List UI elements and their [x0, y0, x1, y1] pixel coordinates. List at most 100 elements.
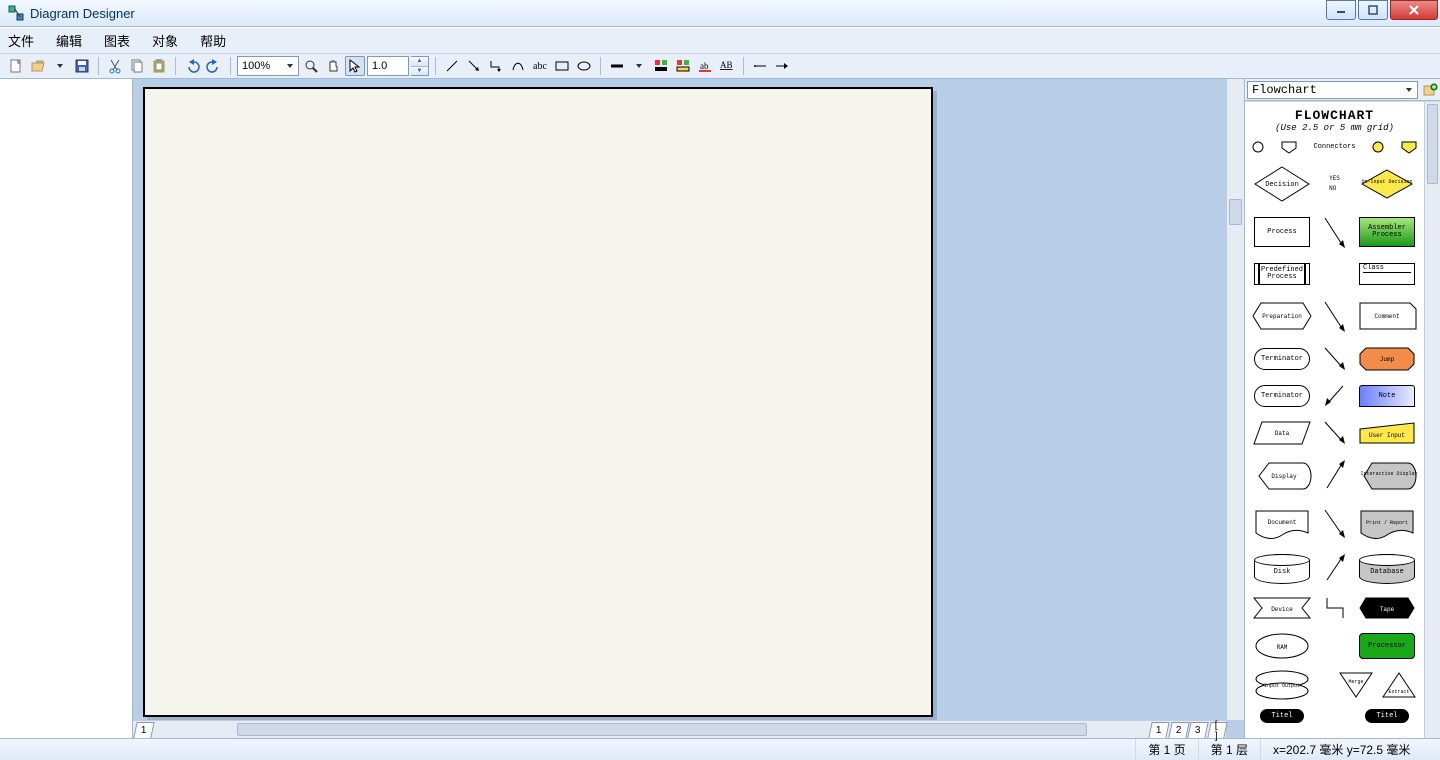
cut-button[interactable] — [105, 56, 125, 76]
shape-device[interactable]: Device — [1249, 593, 1315, 623]
connector-tool[interactable] — [486, 56, 506, 76]
menu-object[interactable]: 对象 — [152, 31, 178, 50]
minimize-button[interactable] — [1326, 0, 1356, 20]
vertical-scrollbar[interactable] — [1226, 79, 1244, 720]
connector-row: Connectors — [1249, 137, 1420, 157]
shape-jump[interactable]: Jump — [1354, 343, 1420, 375]
svg-text:Decision: Decision — [1265, 181, 1299, 189]
open-dropdown[interactable] — [50, 56, 70, 76]
page-canvas[interactable] — [143, 87, 933, 717]
canvas-area[interactable]: 1 1 2 3 [ ] — [133, 79, 1244, 738]
textstyle-button[interactable]: AB — [717, 56, 737, 76]
zoom-combo[interactable]: 100% — [237, 56, 299, 76]
palette-title: FLOWCHART — [1249, 108, 1420, 123]
layer-tab-3[interactable]: 3 — [1187, 722, 1208, 738]
layer-tab-1[interactable]: 1 — [1148, 722, 1169, 738]
status-bar: 第 1 页 第 1 层 x=202.7 毫米 y=72.5 毫米 — [0, 738, 1440, 760]
undo-button[interactable] — [182, 56, 202, 76]
redo-button[interactable] — [204, 56, 224, 76]
linestyle-button[interactable] — [607, 56, 627, 76]
layer-tab-new[interactable]: [ ] — [1207, 722, 1228, 738]
palette-dropdown[interactable]: Flowchart — [1247, 81, 1418, 99]
shape-title1[interactable]: Titel — [1249, 707, 1315, 725]
ellipse-tool[interactable] — [574, 56, 594, 76]
linecolor-button[interactable] — [651, 56, 671, 76]
shape-processor[interactable]: Processor — [1354, 629, 1420, 663]
curve-tool[interactable] — [508, 56, 528, 76]
open-button[interactable] — [28, 56, 48, 76]
shape-process[interactable]: Process — [1249, 211, 1315, 253]
maximize-button[interactable] — [1358, 0, 1388, 20]
shape-disk[interactable]: Disk — [1249, 551, 1315, 587]
menu-help[interactable]: 帮助 — [200, 31, 226, 50]
outline-panel — [0, 79, 133, 738]
shape-comment[interactable]: Comment — [1354, 295, 1420, 337]
shape-oninput-decision[interactable]: On-Input Decision — [1354, 163, 1420, 205]
status-layer: 第 1 层 — [1198, 739, 1260, 760]
decision-no-label: NO — [1329, 184, 1340, 194]
new-button[interactable] — [6, 56, 26, 76]
close-button[interactable] — [1390, 0, 1438, 20]
connector-arrow-icon — [1321, 552, 1349, 586]
svg-text:Interactive Display: Interactive Display — [1360, 471, 1417, 477]
menu-edit[interactable]: 编辑 — [56, 31, 82, 50]
shape-database[interactable]: Database — [1354, 551, 1420, 587]
shape-display[interactable]: Display — [1249, 455, 1315, 497]
shape-note[interactable]: Note — [1354, 381, 1420, 411]
lineweight-input[interactable]: 1.0 — [367, 56, 409, 76]
rect-tool[interactable] — [552, 56, 572, 76]
shape-terminator[interactable]: Terminator — [1249, 343, 1315, 375]
text-tool[interactable]: abc — [530, 56, 550, 76]
svg-text:User Input: User Input — [1369, 432, 1405, 439]
shape-assembler-process[interactable]: Assembler Process — [1354, 211, 1420, 253]
shape-merge-extract[interactable]: Merge Extract — [1334, 669, 1420, 701]
svg-text:Merge: Merge — [1348, 679, 1363, 685]
connector-yellow-circle[interactable] — [1371, 140, 1385, 154]
arrow-tool[interactable] — [464, 56, 484, 76]
menu-chart[interactable]: 图表 — [104, 31, 130, 50]
svg-text:Print / Report: Print / Report — [1366, 520, 1408, 526]
svg-text:Tape: Tape — [1380, 606, 1395, 613]
linestyle-dropdown[interactable] — [629, 56, 649, 76]
shape-print-report[interactable]: Print / Report — [1354, 503, 1420, 545]
textcolor-button[interactable]: ab — [695, 56, 715, 76]
save-button[interactable] — [72, 56, 92, 76]
line-tool[interactable] — [442, 56, 462, 76]
connector-white-circle[interactable] — [1251, 140, 1265, 154]
pointer-button[interactable] — [345, 56, 365, 76]
connector-line-icon — [1323, 594, 1347, 622]
svg-text:RAM: RAM — [1277, 644, 1288, 651]
connector-white-tag[interactable] — [1280, 140, 1298, 154]
zoom-fit-button[interactable] — [301, 56, 321, 76]
shape-document[interactable]: Document — [1249, 503, 1315, 545]
shape-terminator2[interactable]: Terminator — [1249, 381, 1315, 411]
shape-interactive-display[interactable]: Interactive Display — [1354, 455, 1420, 497]
copy-button[interactable] — [127, 56, 147, 76]
shape-decision[interactable]: Decision — [1249, 163, 1315, 205]
connector-yellow-tag[interactable] — [1400, 140, 1418, 154]
paste-button[interactable] — [149, 56, 169, 76]
pan-button[interactable] — [323, 56, 343, 76]
page-tabs-right: 1 2 3 [ ] — [1148, 720, 1226, 738]
shape-predefined-process[interactable]: Predefined Process — [1249, 259, 1315, 289]
shape-tape[interactable]: Tape — [1354, 593, 1420, 623]
shape-data[interactable]: Data — [1249, 417, 1315, 449]
palette-scrollbar[interactable] — [1424, 102, 1440, 738]
page-tabs-left: 1 — [133, 720, 233, 738]
lineweight-spinner[interactable]: ▲▼ — [411, 56, 429, 76]
shape-preparation[interactable]: Preparation — [1249, 295, 1315, 337]
shape-input-output[interactable]: Input Output — [1249, 669, 1315, 701]
arrowstart-button[interactable] — [750, 56, 770, 76]
palette-add-button[interactable] — [1420, 80, 1440, 100]
horizontal-scrollbar[interactable] — [233, 720, 1148, 738]
page-tab-1[interactable]: 1 — [133, 722, 154, 738]
shape-class[interactable]: Class — [1354, 259, 1420, 289]
shape-ram[interactable]: RAM — [1249, 629, 1315, 663]
shape-user-input[interactable]: User Input — [1354, 417, 1420, 449]
arrowend-button[interactable] — [772, 56, 792, 76]
shape-title2[interactable]: Titel — [1354, 707, 1420, 725]
title-bar: Diagram Designer — [0, 0, 1440, 27]
menu-file[interactable]: 文件 — [8, 31, 34, 50]
layer-tab-2[interactable]: 2 — [1168, 722, 1189, 738]
fillcolor-button[interactable] — [673, 56, 693, 76]
